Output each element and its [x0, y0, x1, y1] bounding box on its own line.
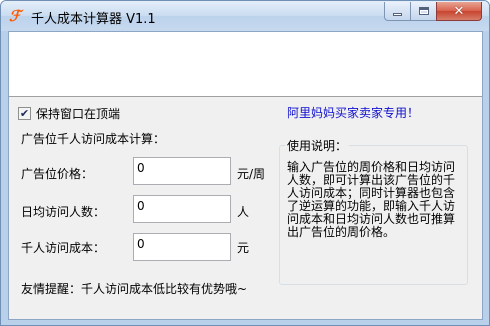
- cpm-label: 千人访问成本：: [21, 241, 106, 255]
- calculator-group-title: 广告位千人访问成本计算：: [21, 132, 166, 146]
- app-window: ℱ 千人成本计算器 V1.1 ✕ ✔ 保持窗口在顶端 阿里妈妈买家卖家专用！ 广…: [0, 0, 490, 326]
- window-title: 千人成本计算器 V1.1: [31, 12, 156, 27]
- client-area: ✔ 保持窗口在顶端 阿里妈妈买家卖家专用！ 广告位千人访问成本计算： 广告位价格…: [8, 31, 483, 320]
- help-group: 使用说明： 输入广告位的周价格和日均访问人数，即可计算出该广告位的千人访问成本；…: [279, 137, 468, 285]
- ad-price-unit: 元/周: [237, 167, 266, 181]
- help-title: 使用说明：: [285, 137, 350, 154]
- close-icon: ✕: [453, 3, 465, 19]
- maximize-icon: [418, 7, 429, 15]
- keep-on-top-checkbox[interactable]: ✔: [18, 107, 31, 120]
- minimize-button[interactable]: [384, 2, 411, 21]
- promo-text: 阿里妈妈买家卖家专用！: [287, 106, 420, 120]
- daily-visitors-input[interactable]: 0: [133, 195, 231, 223]
- daily-visitors-label: 日均访问人数：: [21, 205, 106, 219]
- app-logo-icon: ℱ: [9, 7, 21, 25]
- maximize-button[interactable]: [410, 2, 437, 21]
- cpm-input[interactable]: 0: [133, 233, 231, 261]
- ad-price-label: 广告位价格：: [21, 167, 94, 181]
- checkmark-icon: ✔: [19, 107, 30, 120]
- help-text: 输入广告位的周价格和日均访问人数，即可计算出该广告位的千人访问成本；同时计算器也…: [287, 160, 456, 239]
- close-button[interactable]: ✕: [436, 2, 482, 21]
- cpm-unit: 元: [237, 241, 250, 255]
- keep-on-top-option[interactable]: ✔ 保持窗口在顶端: [18, 105, 120, 122]
- title-bar[interactable]: ℱ 千人成本计算器 V1.1 ✕: [1, 1, 489, 31]
- keep-on-top-label[interactable]: 保持窗口在顶端: [36, 105, 120, 122]
- minimize-icon: [393, 13, 402, 16]
- friendly-tip: 友情提醒：千人访问成本低比较有优势哦~: [21, 282, 248, 296]
- daily-visitors-unit: 人: [237, 205, 250, 219]
- ad-price-input[interactable]: 0: [133, 157, 231, 185]
- output-panel: [9, 32, 482, 97]
